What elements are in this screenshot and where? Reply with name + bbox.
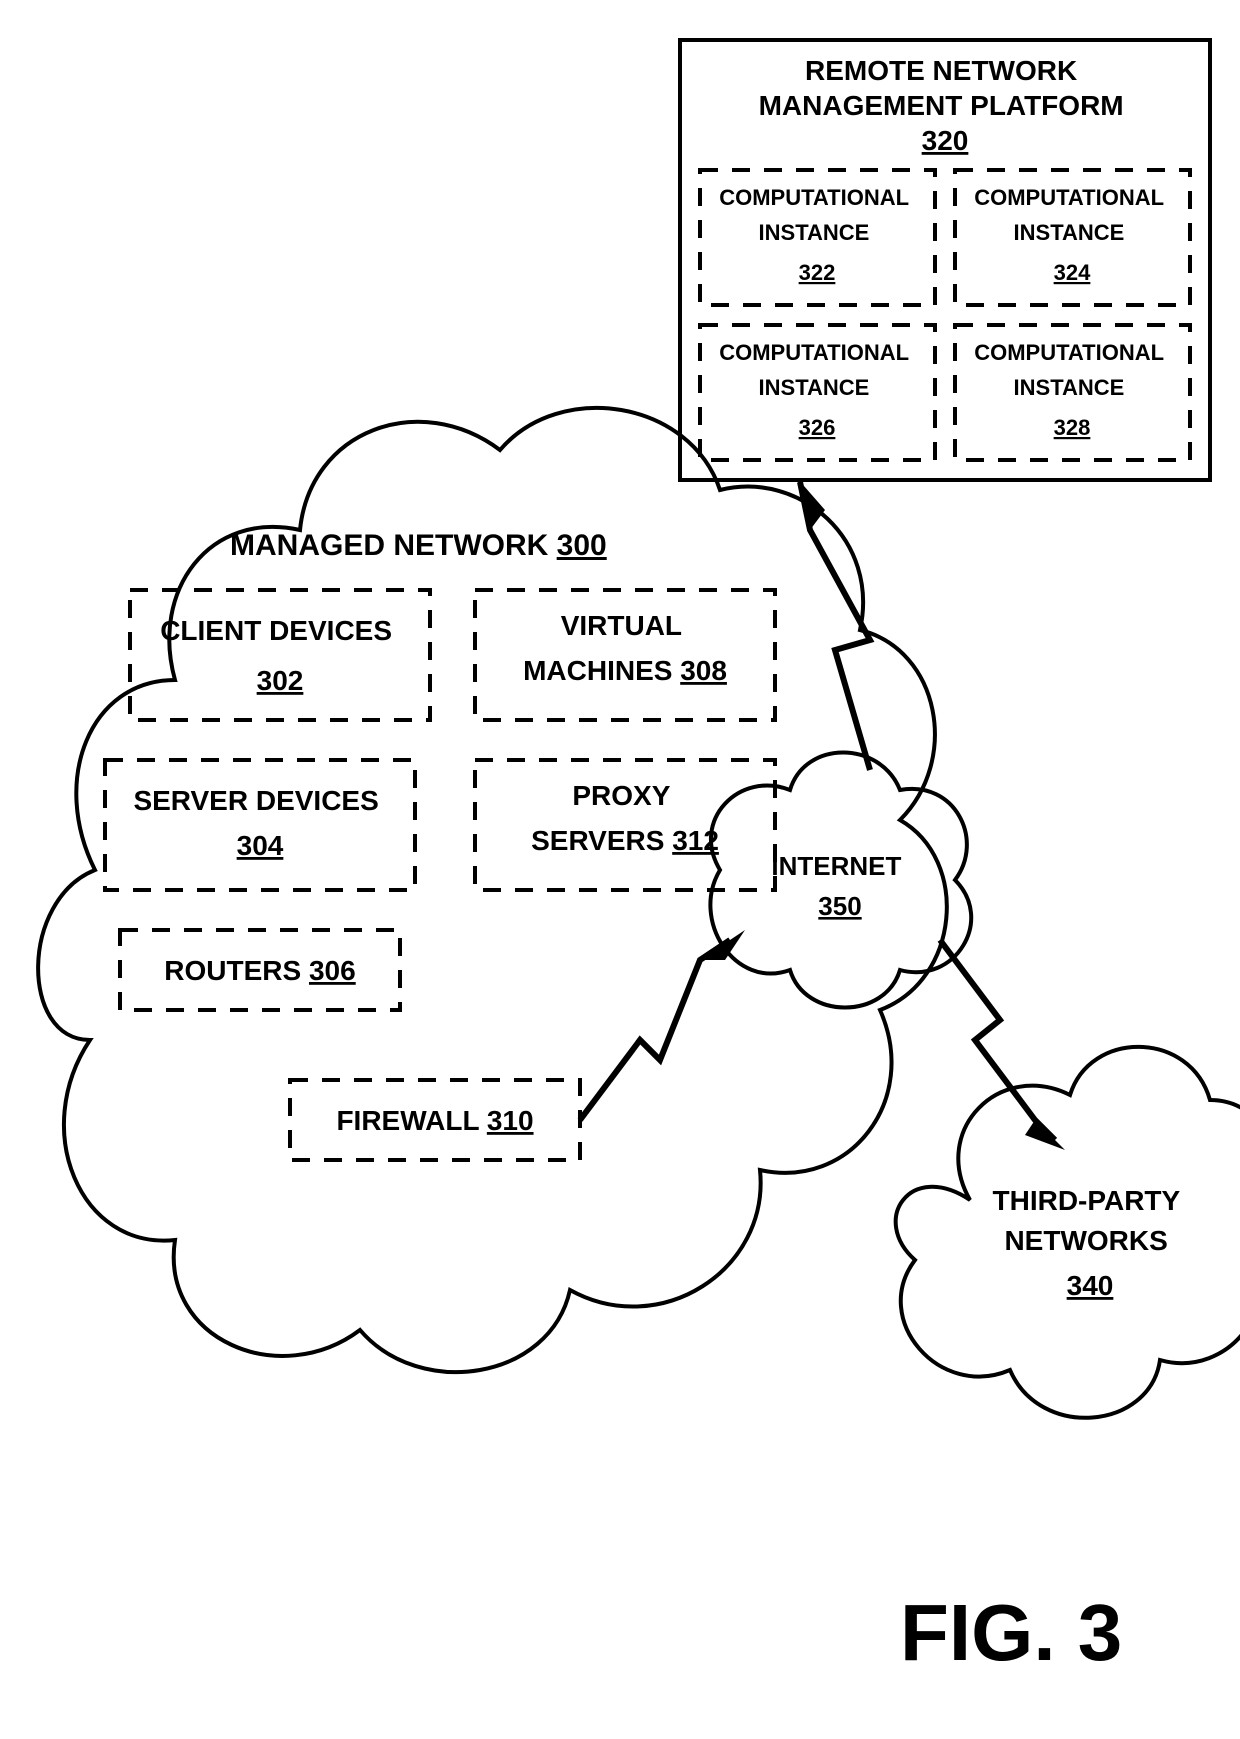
routers-ref: 306 [309,955,356,986]
svg-text:ROUTERS 306: ROUTERS 306 [164,955,355,986]
server-devices-box: SERVER DEVICES 304 [105,760,415,890]
svg-text:THIRD-PARTY NETWORKS: THIRD-PARTY NETWORKS 340 [993,1185,1188,1301]
diagram-canvas: MANAGED NETWORK 300 CLIENT DEVICES 302 V… [0,0,1240,1739]
internet-cloud: INTERNET 350 [710,753,971,1008]
computational-instance-326: COMPUTATIONAL INSTANCE 326 [700,325,935,460]
internet-ref: 350 [818,891,861,921]
routers-box: ROUTERS 306 [120,930,400,1010]
managed-network-title: MANAGED NETWORK 300 [230,529,607,562]
figure-label: FIG. 3 [900,1588,1122,1677]
server-devices-ref: 304 [237,830,284,861]
client-devices-box: CLIENT DEVICES 302 [130,590,430,720]
routers-label: ROUTERS [164,955,301,986]
computational-instance-324: COMPUTATIONAL INSTANCE 324 [955,170,1190,305]
svg-text:VIRTUAL MACHINES 308: VIRTUAL MACHINES 308 [523,610,727,686]
svg-text:SERVER DEVICES 304: SERVER DEVICES 304 [133,785,386,861]
client-devices-ref: 302 [257,665,304,696]
svg-text:FIREWALL 310: FIREWALL 310 [336,1105,533,1136]
firewall-label: FIREWALL [336,1105,479,1136]
svg-text:COMPUTATIONAL INSTANCE: COMPUTATIONAL INSTANCE 324 [974,185,1170,285]
computational-instance-322: COMPUTATIONAL INSTANCE 322 [700,170,935,305]
firewall-ref: 310 [487,1105,534,1136]
computational-instance-328: COMPUTATIONAL INSTANCE 328 [955,325,1190,460]
firewall-box: FIREWALL 310 [290,1080,580,1160]
platform-title-line2: MANAGEMENT PLATFORM [759,90,1124,121]
client-devices-label: CLIENT DEVICES [160,615,392,646]
svg-text:INTERNET 350: INTERNET 350 [771,851,908,921]
managed-network-cloud: MANAGED NETWORK 300 CLIENT DEVICES 302 V… [38,408,947,1372]
connector-internet-thirdparty [940,940,1065,1150]
third-party-cloud: THIRD-PARTY NETWORKS 340 [896,1047,1240,1418]
connector-internet-platform [797,478,870,770]
third-party-label-2: NETWORKS [1004,1225,1167,1256]
svg-text:REMOTE NETWORK MANAGEMEN: REMOTE NETWORK MANAGEMENT PLATFORM 320 [759,55,1132,156]
svg-text:COMPUTATIONAL INSTANCE: COMPUTATIONAL INSTANCE 326 [719,340,915,440]
svg-text:COMPUTATIONAL INSTANCE: COMPUTATIONAL INSTANCE 322 [719,185,915,285]
proxy-servers-box: PROXY SERVERS 312 [475,760,775,890]
platform-title-line1: REMOTE NETWORK [805,55,1077,86]
proxy-servers-label-2: SERVERS 312 [531,825,719,856]
svg-text:PROXY SERVERS 312: PROXY SERVERS 312 [531,780,719,856]
virtual-machines-label-1: VIRTUAL [561,610,682,641]
virtual-machines-label-2: MACHINES 308 [523,655,727,686]
connector-firewall-internet [580,930,745,1120]
server-devices-label: SERVER DEVICES [133,785,378,816]
third-party-label-1: THIRD-PARTY [993,1185,1181,1216]
platform-box: REMOTE NETWORK MANAGEMENT PLATFORM 320 C… [680,40,1210,480]
internet-label: INTERNET [771,851,901,881]
svg-text:COMPUTATIONAL INSTANCE: COMPUTATIONAL INSTANCE 328 [974,340,1170,440]
platform-ref: 320 [922,125,969,156]
third-party-ref: 340 [1067,1270,1114,1301]
svg-text:CLIENT DEVICES 302: CLIENT DEVICES 302 [160,615,400,696]
virtual-machines-box: VIRTUAL MACHINES 308 [475,590,775,720]
proxy-servers-label-1: PROXY [572,780,670,811]
